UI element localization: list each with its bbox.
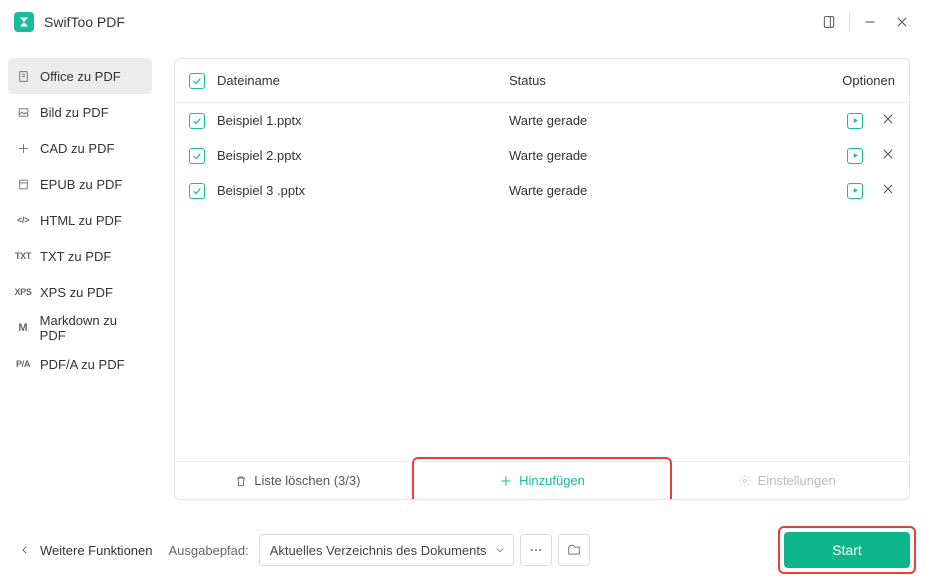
table-row: Beispiel 3 .pptx Warte gerade [175, 173, 909, 208]
dots-icon [529, 543, 543, 557]
image-icon [16, 106, 30, 119]
sidebar-item-label: CAD zu PDF [40, 141, 114, 156]
sidebar-item-xps[interactable]: XPS XPS zu PDF [8, 274, 152, 310]
sidebar-item-label: EPUB zu PDF [40, 177, 122, 192]
trash-icon [234, 474, 248, 488]
play-icon[interactable] [847, 113, 863, 129]
sidebar-item-label: Markdown zu PDF [40, 313, 144, 343]
sidebar-item-cad[interactable]: CAD zu PDF [8, 130, 152, 166]
start-button[interactable]: Start [784, 532, 910, 568]
gear-icon [738, 474, 752, 488]
window-action-icon[interactable] [813, 6, 845, 38]
sidebar: Office zu PDF Bild zu PDF CAD zu PDF EPU… [0, 44, 160, 500]
select-all-checkbox[interactable] [189, 73, 205, 89]
file-status: Warte gerade [509, 113, 809, 128]
remove-icon[interactable] [881, 182, 895, 199]
header-status: Status [509, 73, 809, 88]
add-file-button[interactable]: Hinzufügen [420, 462, 665, 499]
close-button[interactable] [886, 6, 918, 38]
sidebar-item-label: Office zu PDF [40, 69, 121, 84]
office-icon [16, 70, 30, 83]
file-table: Dateiname Status Optionen Beispiel 1.ppt… [174, 58, 910, 500]
settings-label: Einstellungen [758, 473, 836, 488]
add-file-label: Hinzufügen [519, 473, 585, 488]
header-options: Optionen [809, 73, 895, 88]
sidebar-item-label: HTML zu PDF [40, 213, 122, 228]
table-row: Beispiel 1.pptx Warte gerade [175, 103, 909, 138]
minimize-button[interactable] [854, 6, 886, 38]
play-icon[interactable] [847, 183, 863, 199]
sidebar-item-txt[interactable]: TXT TXT zu PDF [8, 238, 152, 274]
play-icon[interactable] [847, 148, 863, 164]
table-footer: Liste löschen (3/3) Hinzufügen Einstellu… [175, 461, 909, 499]
sidebar-item-pdfa[interactable]: P/A PDF/A zu PDF [8, 346, 152, 382]
row-checkbox[interactable] [189, 113, 205, 129]
app-logo [14, 12, 34, 32]
header-name: Dateiname [217, 73, 509, 88]
file-status: Warte gerade [509, 183, 809, 198]
output-path-select[interactable]: Aktuelles Verzeichnis des Dokuments [259, 534, 514, 566]
table-row: Beispiel 2.pptx Warte gerade [175, 138, 909, 173]
epub-icon [16, 178, 30, 191]
sidebar-item-office[interactable]: Office zu PDF [8, 58, 152, 94]
html-icon: </> [16, 215, 30, 225]
sidebar-item-markdown[interactable]: M Markdown zu PDF [8, 310, 152, 346]
sidebar-item-label: XPS zu PDF [40, 285, 113, 300]
table-header: Dateiname Status Optionen [175, 59, 909, 103]
clear-list-label: Liste löschen (3/3) [254, 473, 360, 488]
row-checkbox[interactable] [189, 183, 205, 199]
file-name: Beispiel 3 .pptx [217, 183, 509, 198]
content: Dateiname Status Optionen Beispiel 1.ppt… [160, 44, 930, 500]
sidebar-item-html[interactable]: </> HTML zu PDF [8, 202, 152, 238]
sidebar-item-label: PDF/A zu PDF [40, 357, 125, 372]
divider [849, 13, 850, 31]
output-path-value: Aktuelles Verzeichnis des Dokuments [270, 543, 487, 558]
more-options-button[interactable] [520, 534, 552, 566]
titlebar: SwifToo PDF [0, 0, 930, 44]
more-functions-label: Weitere Funktionen [40, 543, 153, 558]
chevron-left-icon [20, 543, 30, 557]
sidebar-item-epub[interactable]: EPUB zu PDF [8, 166, 152, 202]
file-status: Warte gerade [509, 148, 809, 163]
markdown-icon: M [16, 322, 30, 334]
sidebar-item-label: TXT zu PDF [40, 249, 111, 264]
sidebar-item-label: Bild zu PDF [40, 105, 109, 120]
settings-button[interactable]: Einstellungen [664, 462, 909, 499]
output-path-label: Ausgabepfad: [169, 543, 249, 558]
app-title: SwifToo PDF [44, 14, 125, 30]
remove-icon[interactable] [881, 112, 895, 129]
row-checkbox[interactable] [189, 148, 205, 164]
txt-icon: TXT [16, 251, 30, 261]
pdfa-icon: P/A [16, 359, 30, 369]
folder-icon [567, 543, 581, 557]
sidebar-item-image[interactable]: Bild zu PDF [8, 94, 152, 130]
file-name: Beispiel 2.pptx [217, 148, 509, 163]
cad-icon [16, 142, 30, 155]
file-name: Beispiel 1.pptx [217, 113, 509, 128]
start-label: Start [832, 542, 862, 558]
clear-list-button[interactable]: Liste löschen (3/3) [175, 462, 420, 499]
more-functions-link[interactable]: Weitere Funktionen [20, 543, 153, 558]
remove-icon[interactable] [881, 147, 895, 164]
xps-icon: XPS [16, 287, 30, 297]
bottom-bar: Weitere Funktionen Ausgabepfad: Aktuelle… [0, 500, 930, 580]
chevron-down-icon [495, 545, 505, 555]
plus-icon [499, 474, 513, 488]
browse-folder-button[interactable] [558, 534, 590, 566]
